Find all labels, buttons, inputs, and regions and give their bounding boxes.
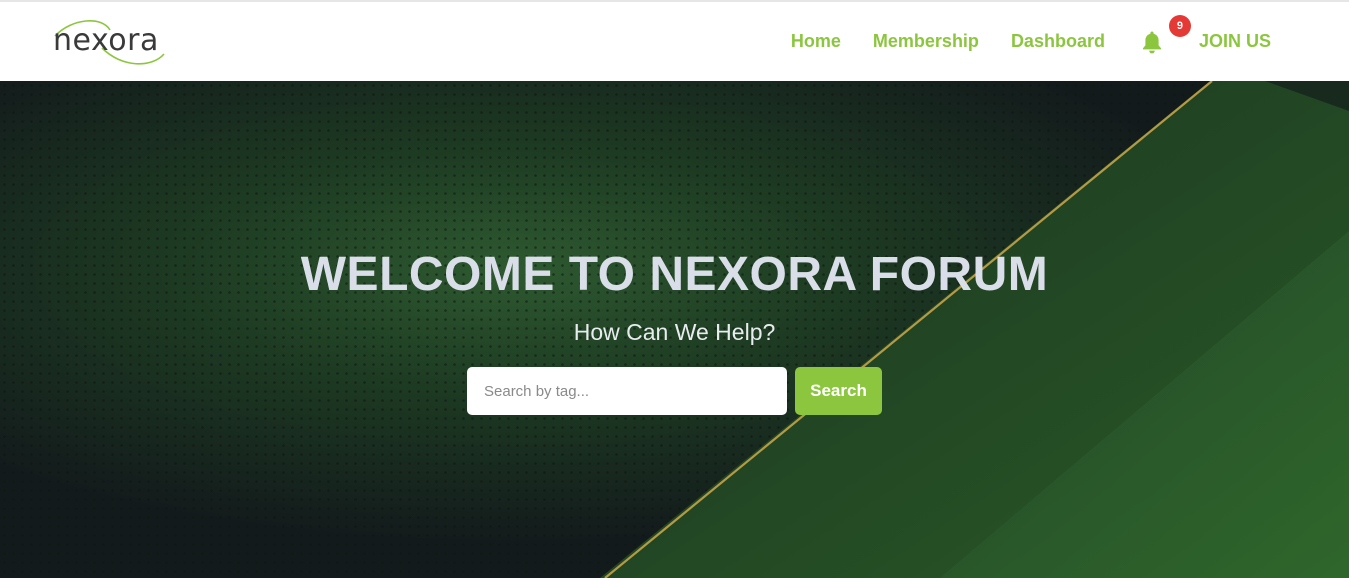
join-us-link[interactable]: JOIN US <box>1199 31 1271 52</box>
notification-count-badge: 9 <box>1168 14 1191 37</box>
nav-dashboard-link[interactable]: Dashboard <box>1011 31 1105 52</box>
hero-section: WELCOME TO NEXORA FORUM How Can We Help?… <box>0 81 1349 578</box>
navbar: nexora Home Membership Dashboard 9 JOIN … <box>0 2 1349 81</box>
notifications-button[interactable]: 9 <box>1141 14 1191 55</box>
hero-title: WELCOME TO NEXORA FORUM <box>300 248 1049 301</box>
bell-icon <box>1142 31 1161 53</box>
nav-links: Home Membership Dashboard 9 JOIN US <box>791 2 1271 81</box>
hero-subtitle: How Can We Help? <box>573 319 776 345</box>
logo-text: nexora <box>53 23 159 58</box>
nexora-logo[interactable]: nexora <box>52 16 176 68</box>
nav-membership-link[interactable]: Membership <box>873 31 979 52</box>
tag-search-input[interactable] <box>467 367 787 415</box>
search-button[interactable]: Search <box>795 367 882 415</box>
nav-home-link[interactable]: Home <box>791 31 841 52</box>
